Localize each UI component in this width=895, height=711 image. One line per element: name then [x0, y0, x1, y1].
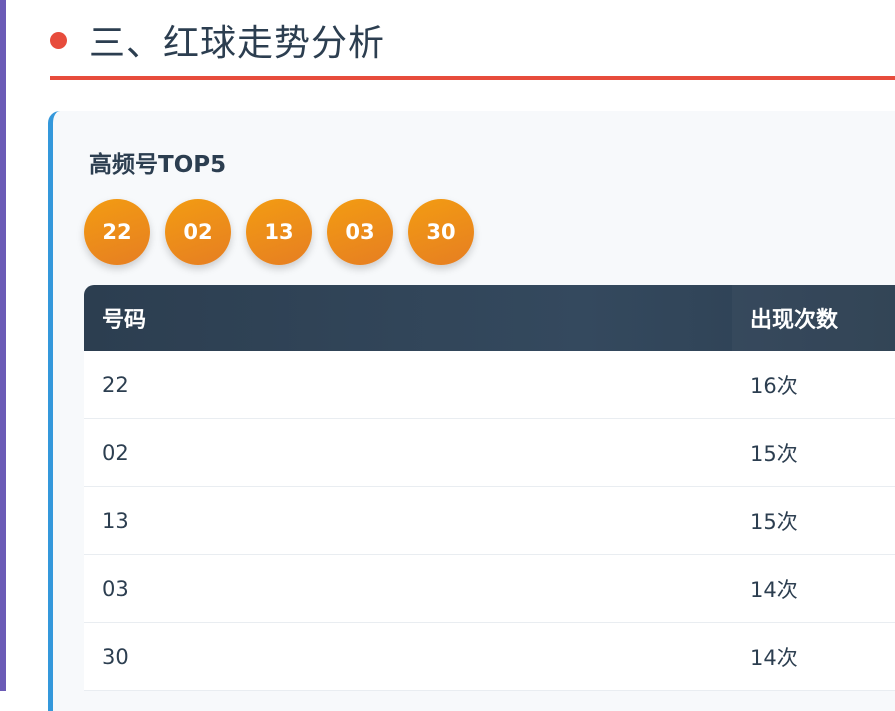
- cell-number: 02: [102, 440, 129, 465]
- frequency-table: 号码 出现次数 22 16次 02 15次 13 15次 03 14次 30 1…: [84, 285, 895, 691]
- bullet-dot-icon: [50, 31, 67, 49]
- left-accent-bar: [0, 0, 6, 691]
- column-header-count: 出现次数: [732, 285, 895, 351]
- table-row: 13 15次: [84, 487, 895, 555]
- number-ball: 22: [84, 199, 150, 265]
- cell-count: 15次: [750, 441, 798, 466]
- table-row: 02 15次: [84, 419, 895, 487]
- table-row: 22 16次: [84, 351, 895, 419]
- cell-count: 14次: [750, 577, 798, 602]
- top5-balls: 22 02 13 03 30: [84, 199, 474, 265]
- cell-count: 16次: [750, 373, 798, 398]
- section-title: 三、红球走势分析: [89, 23, 386, 64]
- cell-number: 13: [102, 508, 129, 533]
- cell-count: 14次: [750, 645, 798, 670]
- number-ball: 02: [165, 199, 231, 265]
- number-ball: 30: [408, 199, 474, 265]
- section-divider: [50, 76, 895, 80]
- cell-number: 22: [102, 372, 129, 397]
- cell-number: 30: [102, 644, 129, 669]
- hot-numbers-card: 高频号TOP5 22 02 13 03 30 号码 出现次数 22 16次 02…: [48, 111, 895, 711]
- table-row: 03 14次: [84, 555, 895, 623]
- cell-count: 15次: [750, 509, 798, 534]
- section-header: 三、红球走势分析: [50, 12, 385, 68]
- cell-number: 03: [102, 576, 129, 601]
- column-header-number: 号码: [102, 308, 147, 333]
- card-title: 高频号TOP5: [89, 152, 227, 178]
- table-header: 号码 出现次数: [84, 285, 895, 351]
- table-row: 30 14次: [84, 623, 895, 691]
- number-ball: 03: [327, 199, 393, 265]
- number-ball: 13: [246, 199, 312, 265]
